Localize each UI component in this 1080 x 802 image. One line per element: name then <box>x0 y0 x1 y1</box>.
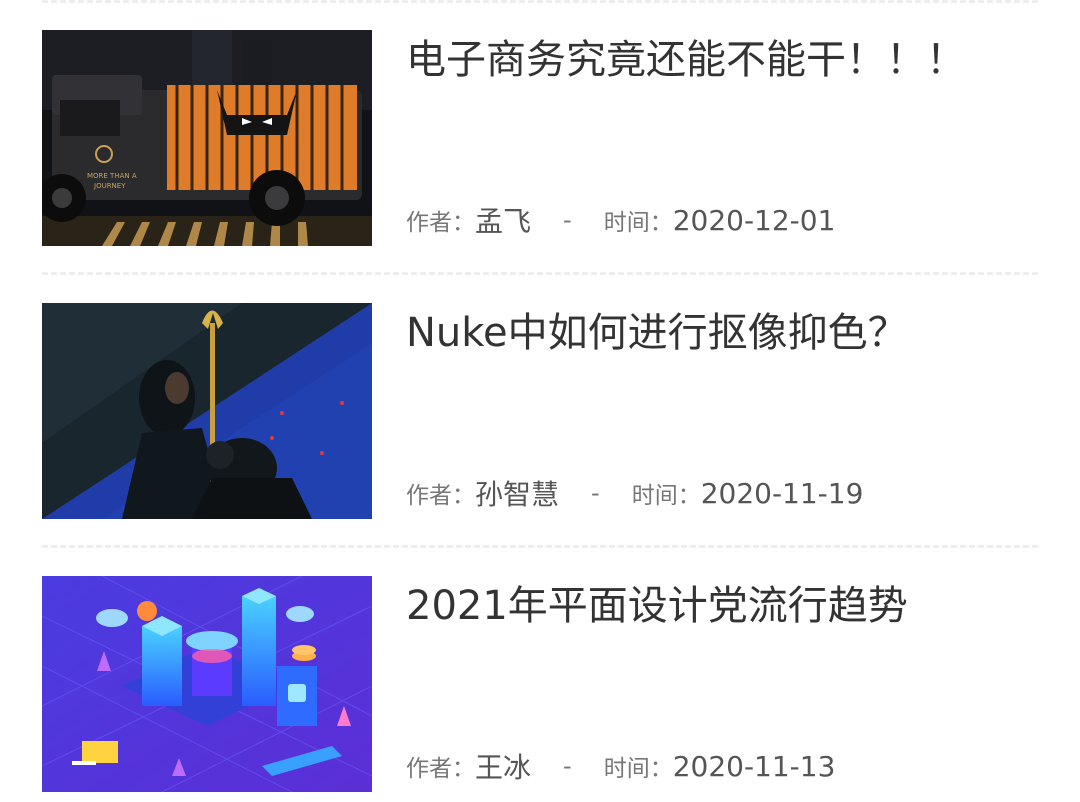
article-thumbnail[interactable]: MORE THAN A JOURNEY <box>42 30 372 246</box>
article-title[interactable]: Nuke中如何进行抠像抑色？ <box>406 305 908 361</box>
author-name: 孙智慧 <box>475 478 560 511</box>
article-thumbnail[interactable] <box>42 303 372 519</box>
article-divider <box>42 545 1038 548</box>
isometric-city-illustration <box>42 576 372 792</box>
date-label: 时间： <box>603 756 673 782</box>
article-meta: 作者： 孟飞 - 时间： 2020-12-01 <box>406 200 835 240</box>
author-name: 孟飞 <box>475 205 532 238</box>
date-label: 时间： <box>631 483 701 509</box>
publish-date: 2020-11-19 <box>700 476 864 510</box>
article-title[interactable]: 2021年平面设计党流行趋势 <box>406 578 908 634</box>
author-label: 作者： <box>406 483 475 509</box>
truck-logo-text-2: JOURNEY <box>93 182 126 190</box>
top-divider <box>42 0 1038 3</box>
meta-separator: - <box>563 752 572 780</box>
article-card[interactable]: Nuke中如何进行抠像抑色？ 作者： 孙智慧 - 时间： 2020-11-19 <box>42 303 1038 519</box>
article-card[interactable]: MORE THAN A JOURNEY 电子商务究竟还能不能干！！！ 作者： 孟… <box>42 30 1038 246</box>
article-meta: 作者： 王冰 - 时间： 2020-11-13 <box>406 746 835 786</box>
article-card[interactable]: 2021年平面设计党流行趋势 作者： 王冰 - 时间： 2020-11-13 <box>42 576 1038 792</box>
author-label: 作者： <box>406 756 475 782</box>
author-label: 作者： <box>406 210 475 236</box>
publish-date: 2020-11-13 <box>672 749 836 783</box>
cage-truck-image: MORE THAN A JOURNEY <box>42 30 372 246</box>
article-thumbnail[interactable] <box>42 576 372 792</box>
meta-separator: - <box>563 206 572 234</box>
truck-logo-text-1: MORE THAN A <box>87 172 137 180</box>
date-label: 时间： <box>603 210 673 236</box>
meta-separator: - <box>591 479 600 507</box>
aquaman-keying-image <box>42 303 372 519</box>
article-meta: 作者： 孙智慧 - 时间： 2020-11-19 <box>406 473 863 513</box>
article-title[interactable]: 电子商务究竟还能不能干！！！ <box>406 32 966 88</box>
author-name: 王冰 <box>475 751 532 784</box>
article-divider <box>42 272 1038 275</box>
publish-date: 2020-12-01 <box>672 203 836 237</box>
